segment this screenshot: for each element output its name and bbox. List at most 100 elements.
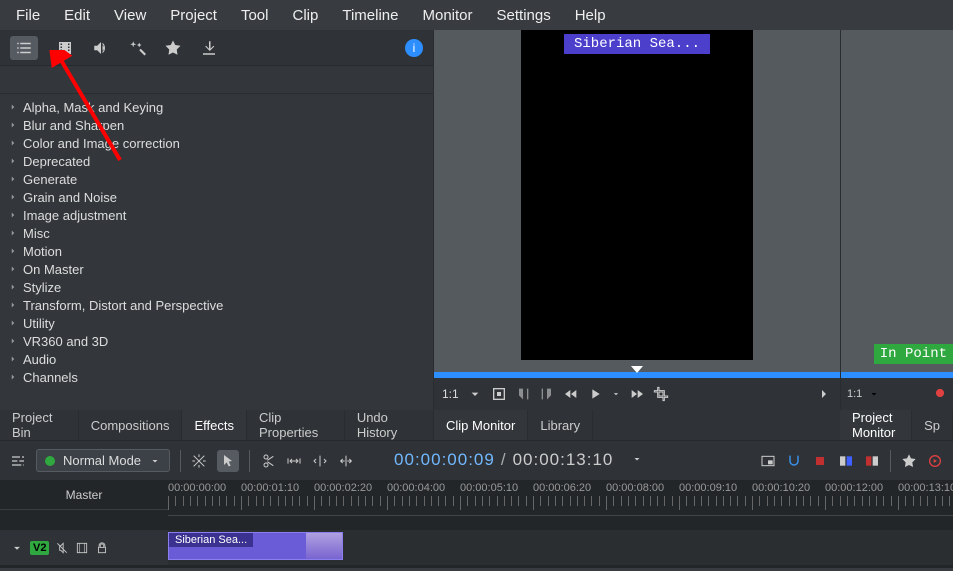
project-preview[interactable]: In Point <box>841 30 953 372</box>
tab-project-bin[interactable]: Project Bin <box>0 410 79 440</box>
tab-sp[interactable]: Sp <box>912 410 953 440</box>
tab-undo-history[interactable]: Undo History <box>345 410 434 440</box>
audio-icon[interactable] <box>92 39 110 57</box>
tab-clip-properties[interactable]: Clip Properties <box>247 410 345 440</box>
category-label: Generate <box>23 172 77 187</box>
pointer-icon <box>220 453 236 469</box>
effects-category[interactable]: Audio <box>0 350 433 368</box>
tab-compositions[interactable]: Compositions <box>79 410 183 440</box>
middle-panel-tabs: Clip Monitor Library <box>434 410 840 440</box>
effects-category[interactable]: Stylize <box>0 278 433 296</box>
effects-category[interactable]: Channels <box>0 368 433 386</box>
category-label: Stylize <box>23 280 61 295</box>
view-split-icon[interactable] <box>838 453 854 469</box>
play-icon[interactable] <box>587 386 603 402</box>
effects-category[interactable]: Blur and Sharpen <box>0 116 433 134</box>
clip-preview[interactable]: Siberian Sea... <box>434 30 840 372</box>
monitor-scrubber[interactable] <box>434 372 840 378</box>
effects-category[interactable]: Deprecated <box>0 152 433 170</box>
zoom-label[interactable]: 1:1 <box>847 388 862 400</box>
favorite-icon[interactable] <box>164 39 182 57</box>
chevron-right-icon <box>8 336 18 346</box>
menu-file[interactable]: File <box>4 3 52 28</box>
compositing-icon[interactable] <box>191 453 207 469</box>
timeline-clip[interactable]: Siberian Sea... <box>168 532 343 560</box>
film-icon[interactable] <box>75 541 89 555</box>
list-view-button[interactable] <box>10 36 38 60</box>
effects-category[interactable]: Alpha, Mask and Keying <box>0 98 433 116</box>
effects-category[interactable]: Image adjustment <box>0 206 433 224</box>
effects-category[interactable]: Grain and Noise <box>0 188 433 206</box>
chevron-right-icon <box>8 228 18 238</box>
lock-icon[interactable] <box>95 541 109 555</box>
effects-category[interactable]: Motion <box>0 242 433 260</box>
chevron-down-icon[interactable] <box>467 386 483 402</box>
render-icon[interactable] <box>927 453 943 469</box>
timeline-toolbar: Normal Mode 00:00:00:09/00:00:13:10 <box>0 440 953 480</box>
overwrite-icon[interactable] <box>338 453 354 469</box>
menu-help[interactable]: Help <box>563 3 618 28</box>
mute-icon[interactable] <box>55 541 69 555</box>
settings-sliders-icon[interactable] <box>10 453 26 469</box>
cut-icon[interactable] <box>260 453 276 469</box>
menu-timeline[interactable]: Timeline <box>330 3 410 28</box>
master-track-label[interactable]: Master <box>0 480 168 510</box>
menu-monitor[interactable]: Monitor <box>410 3 484 28</box>
pip-icon[interactable] <box>760 453 776 469</box>
tab-clip-monitor[interactable]: Clip Monitor <box>434 410 528 440</box>
mode-indicator-icon <box>45 456 55 466</box>
menu-tool[interactable]: Tool <box>229 3 281 28</box>
timeline-ruler[interactable]: 00:00:00:0000:00:01:1000:00:02:2000:00:0… <box>168 480 953 530</box>
menu-edit[interactable]: Edit <box>52 3 102 28</box>
effects-tree[interactable]: Alpha, Mask and KeyingBlur and SharpenCo… <box>0 94 433 410</box>
chevron-right-icon[interactable] <box>816 386 832 402</box>
view-split2-icon[interactable] <box>864 453 880 469</box>
track-lane-v2[interactable]: Siberian Sea... <box>168 530 953 565</box>
film-icon[interactable] <box>56 39 74 57</box>
chevron-right-icon <box>8 354 18 364</box>
effects-category[interactable]: Transform, Distort and Perspective <box>0 296 433 314</box>
clip-monitor-panel: Siberian Sea... 1:1 <box>434 30 840 410</box>
zone-in-icon[interactable] <box>491 386 507 402</box>
tab-library[interactable]: Library <box>528 410 593 440</box>
effects-category[interactable]: On Master <box>0 260 433 278</box>
category-label: Transform, Distort and Perspective <box>23 298 223 313</box>
menu-settings[interactable]: Settings <box>485 3 563 28</box>
zoom-label[interactable]: 1:1 <box>442 387 459 401</box>
rewind-icon[interactable] <box>563 386 579 402</box>
effects-category[interactable]: VR360 and 3D <box>0 332 433 350</box>
crop-icon[interactable] <box>653 386 669 402</box>
effects-category[interactable]: Color and Image correction <box>0 134 433 152</box>
selection-tool[interactable] <box>217 450 239 472</box>
chevron-down-icon[interactable] <box>611 386 621 402</box>
chevron-down-icon[interactable] <box>10 541 24 555</box>
favorite-star-icon[interactable] <box>901 453 917 469</box>
chevron-down-icon[interactable] <box>868 388 880 400</box>
timecode-display[interactable]: 00:00:00:09/00:00:13:10 <box>394 450 643 471</box>
effects-category[interactable]: Utility <box>0 314 433 332</box>
effects-category[interactable]: Misc <box>0 224 433 242</box>
effects-category[interactable]: Generate <box>0 170 433 188</box>
menu-view[interactable]: View <box>102 3 158 28</box>
menu-clip[interactable]: Clip <box>281 3 331 28</box>
marker-up-icon[interactable] <box>539 386 555 402</box>
magic-wand-icon[interactable] <box>128 39 146 57</box>
chevron-down-icon[interactable] <box>631 453 643 465</box>
download-icon[interactable] <box>200 39 218 57</box>
track-header-v2: V2 <box>0 530 168 565</box>
record-icon[interactable] <box>933 386 947 400</box>
marker-down-icon[interactable] <box>515 386 531 402</box>
fast-forward-icon[interactable] <box>629 386 645 402</box>
snap-icon[interactable] <box>786 453 802 469</box>
tab-project-monitor[interactable]: Project Monitor <box>840 410 912 440</box>
clip-title-overlay: Siberian Sea... <box>564 34 710 54</box>
tab-effects[interactable]: Effects <box>182 410 247 440</box>
track-label[interactable]: V2 <box>30 541 49 555</box>
insert-icon[interactable] <box>312 453 328 469</box>
menu-project[interactable]: Project <box>158 3 229 28</box>
clip-thumbnail <box>306 533 342 559</box>
spacer-icon[interactable] <box>286 453 302 469</box>
color-swatch-icon[interactable] <box>812 453 828 469</box>
info-badge[interactable]: i <box>405 39 423 57</box>
edit-mode-dropdown[interactable]: Normal Mode <box>36 449 170 472</box>
